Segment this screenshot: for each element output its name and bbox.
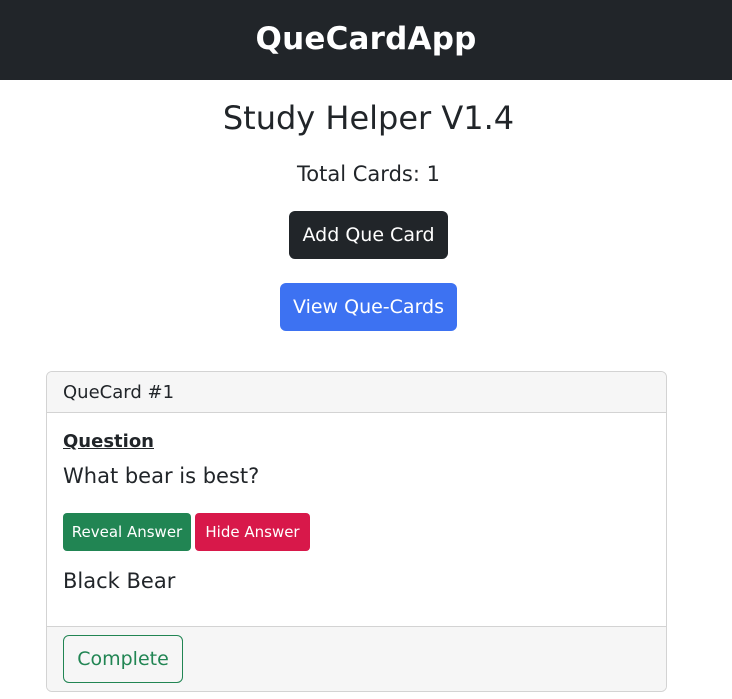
brand-title[interactable]: QueCardApp <box>256 21 477 57</box>
page-title: Study Helper V1.4 <box>222 99 515 137</box>
card-footer: Complete <box>47 626 666 691</box>
question-label: Question <box>63 431 154 452</box>
navbar: QueCardApp <box>0 0 732 80</box>
total-cards-count: Total Cards: 1 <box>297 162 440 186</box>
add-que-card-button[interactable]: Add Que Card <box>289 211 448 259</box>
que-card: QueCard #1 Question What bear is best? R… <box>46 371 667 692</box>
view-que-cards-button[interactable]: View Que-Cards <box>280 283 457 331</box>
hide-answer-button[interactable]: Hide Answer <box>195 513 310 551</box>
reveal-answer-button[interactable]: Reveal Answer <box>63 513 191 551</box>
card-header: QueCard #1 <box>47 372 666 413</box>
answer-text: Black Bear <box>63 569 176 593</box>
complete-button[interactable]: Complete <box>63 635 183 683</box>
question-text: What bear is best? <box>63 464 260 488</box>
